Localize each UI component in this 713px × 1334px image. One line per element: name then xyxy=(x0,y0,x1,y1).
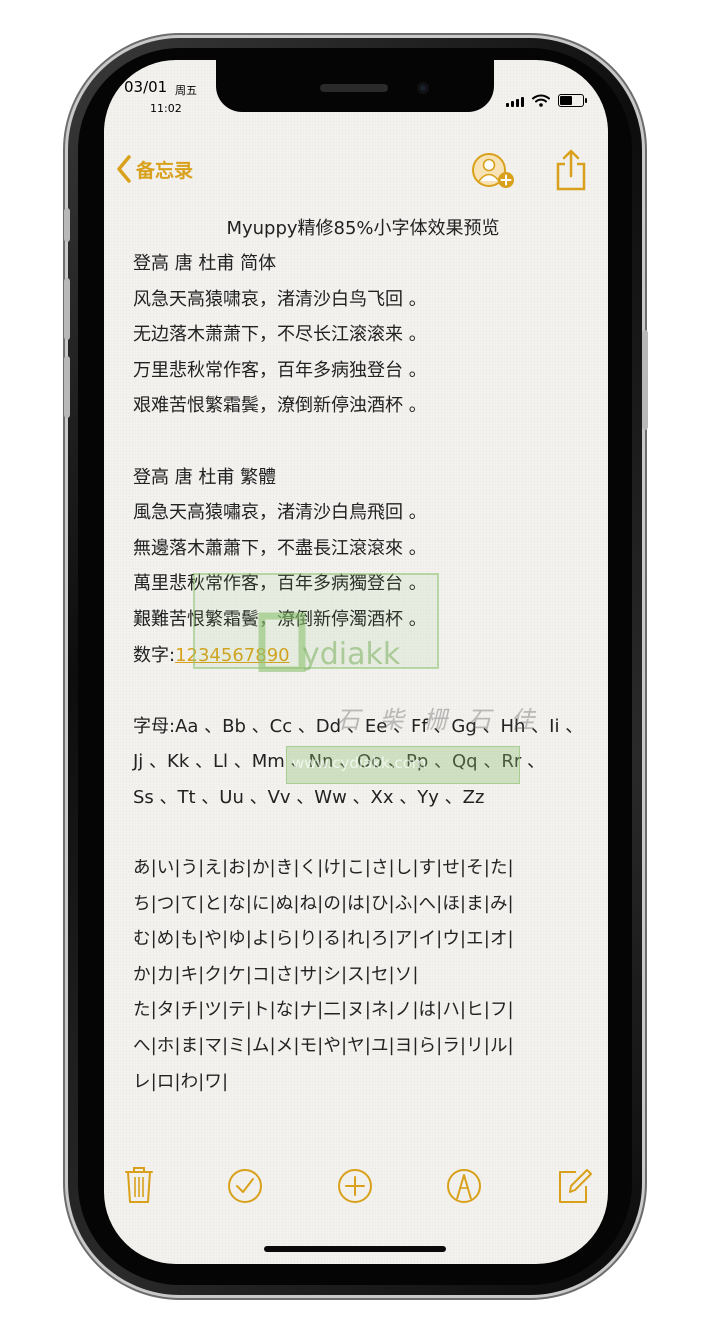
note-title: Myuppy精修85%小字体效果预览 xyxy=(226,218,500,239)
notes-screen: 03/01 周五 11:02 备忘录 Myuppy精修85%小字体效果预览 登高… xyxy=(104,60,608,1264)
letters-line: 字母:Aa 、Bb 、Cc 、Dd 、Ee 、Ff 、Gg 、Hh 、Ii 、 xyxy=(133,715,584,737)
simplified-line: 艰难苦恨繁霜鬓，潦倒新停浊酒杯 。 xyxy=(133,395,427,417)
battery-fill xyxy=(560,96,572,105)
trash-icon[interactable] xyxy=(121,1164,157,1204)
kana-line: む|め|も|や|ゆ|よ|ら|り|る|れ|ろ|ア|イ|ウ|エ|オ| xyxy=(133,929,514,950)
signal-bar xyxy=(516,99,519,107)
status-date: 03/01 xyxy=(124,78,168,96)
simplified-header: 登高 唐 杜甫 简体 xyxy=(133,253,277,274)
digits-line: 数字:1234567890 xyxy=(133,638,593,674)
traditional-line: 艱難苦恨繁霜鬢，潦倒新停濁酒杯 。 xyxy=(133,608,427,630)
front-camera xyxy=(417,82,429,94)
signal-icon xyxy=(506,97,524,107)
kana-line: へ|ホ|ま|マ|ミ|ム|メ|モ|や|ヤ|ユ|ヨ|ら|ラ|リ|ル| xyxy=(133,1036,514,1057)
power-button xyxy=(642,330,648,430)
signal-bar xyxy=(506,103,509,107)
plus-circle-icon[interactable] xyxy=(337,1164,373,1204)
traditional-header: 登高 唐 杜甫 繁體 xyxy=(133,466,277,488)
letters-line: Ss 、Tt 、Uu 、Vv 、Ww 、Xx 、Yy 、Zz xyxy=(133,786,485,808)
add-people-icon[interactable] xyxy=(472,152,516,190)
kana-line: あ|い|う|え|お|か|き|く|け|こ|さ|し|す|せ|そ|た| xyxy=(133,858,514,879)
bottom-toolbar xyxy=(104,1160,608,1210)
status-indicators xyxy=(506,94,587,107)
home-indicator[interactable] xyxy=(264,1246,446,1252)
signal-bar xyxy=(521,97,524,107)
kana-line: レ|ロ|わ|ワ| xyxy=(133,1071,229,1092)
share-icon[interactable] xyxy=(554,148,588,192)
back-button[interactable]: 备忘录 xyxy=(116,154,193,184)
digits-label: 数字: xyxy=(133,644,176,666)
note-body[interactable]: Myuppy精修85%小字体效果预览 登高 唐 杜甫 简体 风急天高猿啸哀，渚清… xyxy=(133,212,593,1100)
status-weekday: 周五 xyxy=(175,84,197,97)
phone-number-link[interactable]: 1234567890 xyxy=(175,645,290,666)
speaker-grille xyxy=(320,84,388,92)
notch xyxy=(216,60,494,112)
kana-line: た|タ|チ|ツ|テ|ト|な|ナ|二|ヌ|ネ|ノ|は|ハ|ヒ|フ| xyxy=(133,1000,514,1021)
simplified-line: 无边落木萧萧下，不尽长江滚滚来 。 xyxy=(133,324,427,346)
wifi-icon xyxy=(532,94,550,107)
letters-line: Jj 、Kk 、Ll 、Mm 、Nn 、Oo 、Pp 、Qq 、Rr 、 xyxy=(133,751,545,773)
signal-bar xyxy=(511,101,514,107)
kana-line: か|カ|キ|ク|ケ|コ|さ|サ|シ|ス|セ|ソ| xyxy=(133,964,419,985)
checkmark-circle-icon[interactable] xyxy=(227,1164,263,1204)
back-label: 备忘录 xyxy=(136,159,194,182)
navigation-bar: 备忘录 xyxy=(104,144,608,194)
battery-icon xyxy=(558,94,587,107)
volume-down-button xyxy=(64,356,70,418)
simplified-line: 万里悲秋常作客，百年多病独登台 。 xyxy=(133,359,427,381)
compose-icon[interactable] xyxy=(556,1164,592,1204)
traditional-line: 風急天高猿嘯哀，渚清沙白鳥飛回 。 xyxy=(133,502,427,524)
pen-circle-icon[interactable] xyxy=(446,1164,482,1204)
kana-line: ち|つ|て|と|な|に|ぬ|ね|の|は|ひ|ふ|へ|ほ|ま|み| xyxy=(133,893,514,914)
traditional-line: 無邊落木蕭蕭下，不盡長江滾滾來 。 xyxy=(133,537,427,559)
mute-switch xyxy=(64,208,70,242)
chevron-left-icon xyxy=(117,155,131,183)
simplified-line: 风急天高猿啸哀，渚清沙白鸟飞回 。 xyxy=(133,288,427,310)
status-time: 11:02 xyxy=(150,102,182,115)
volume-up-button xyxy=(64,278,70,340)
traditional-line: 萬里悲秋常作客，百年多病獨登台 。 xyxy=(133,573,427,595)
